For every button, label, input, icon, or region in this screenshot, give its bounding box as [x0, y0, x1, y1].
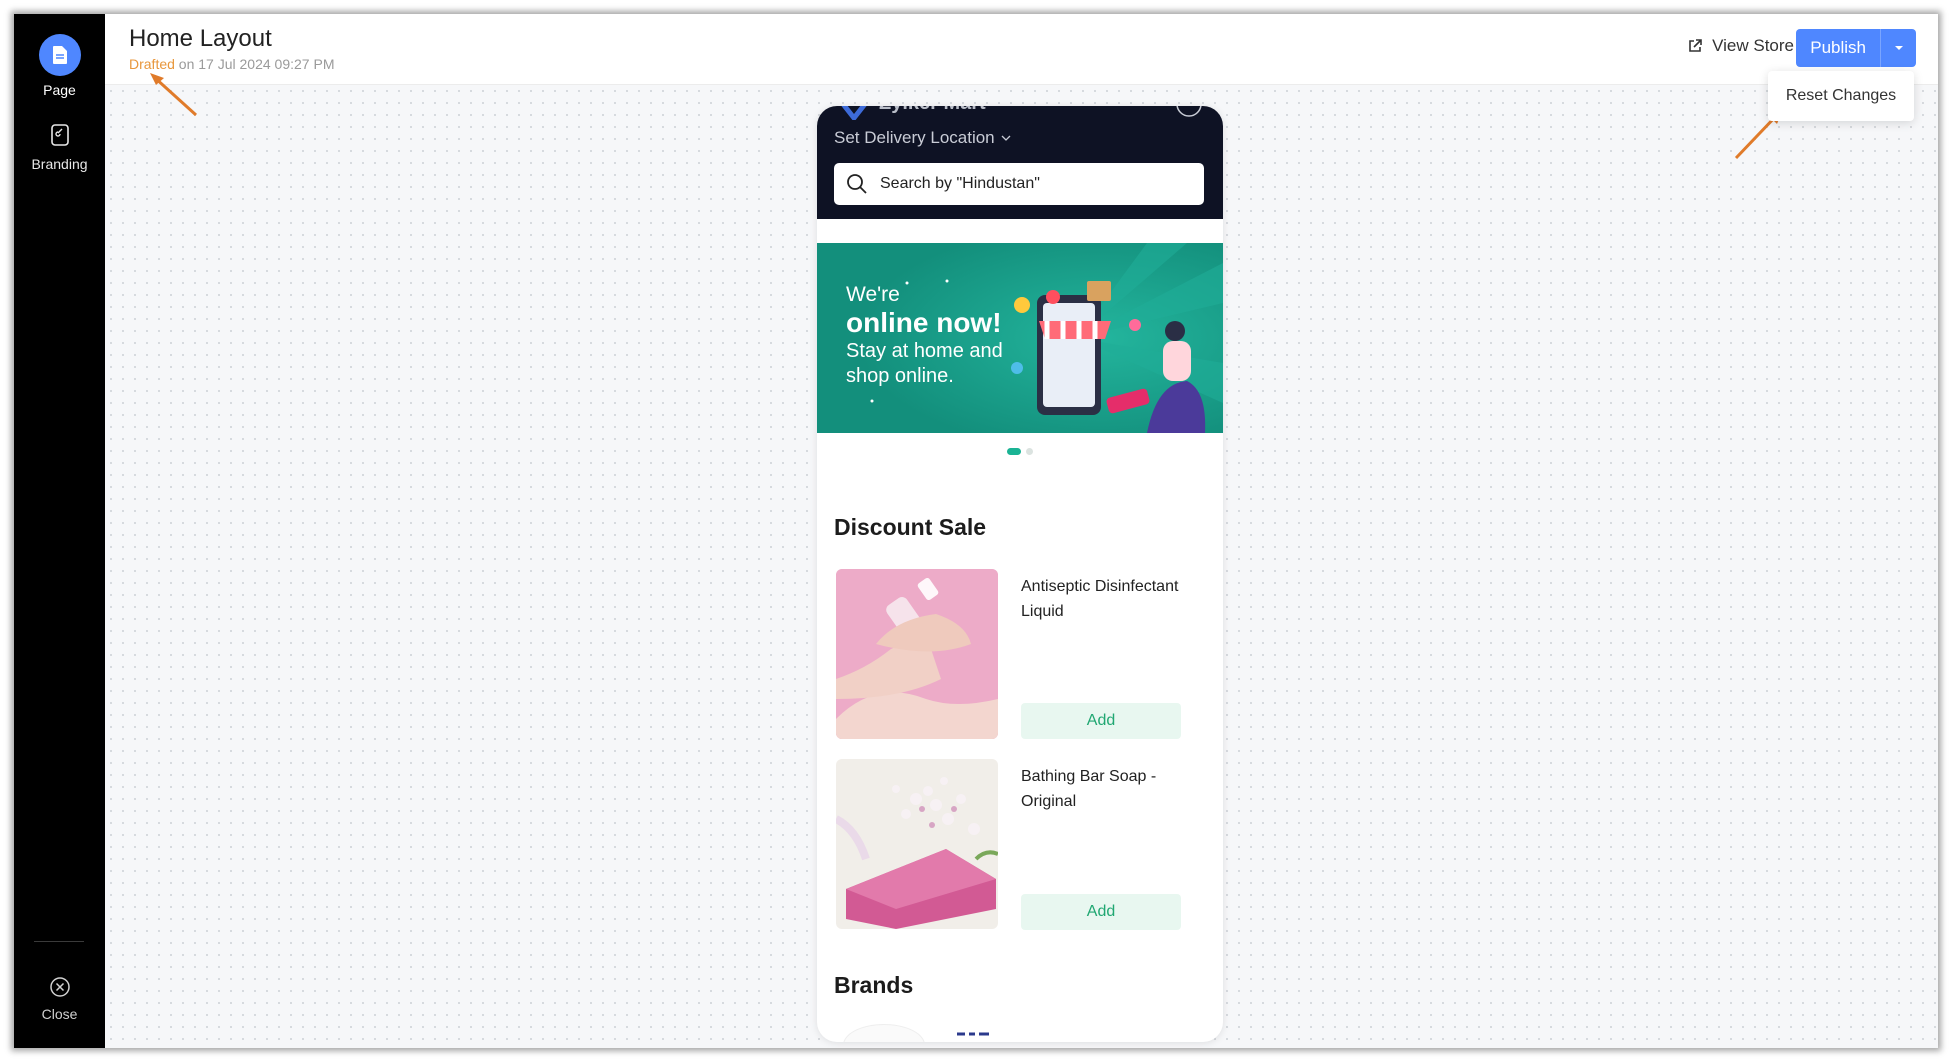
reset-changes-menu-item[interactable]: Reset Changes	[1768, 71, 1914, 121]
close-icon	[49, 976, 71, 998]
annotation-arrow	[150, 73, 198, 117]
brand-logo[interactable]	[957, 1030, 991, 1040]
branding-icon	[48, 122, 72, 148]
search-input[interactable]	[878, 174, 1182, 194]
product-image[interactable]	[836, 569, 998, 739]
carousel-dot-active[interactable]	[1007, 448, 1021, 455]
delivery-location-selector[interactable]: Set Delivery Location	[834, 128, 1011, 148]
store-brand-name: Zylker Mart	[879, 106, 986, 115]
sidebar-item-label: Page	[43, 82, 76, 98]
banner-line-3: Stay at home and shop online.	[846, 340, 1003, 387]
sidebar: Page Branding Close	[14, 14, 105, 1048]
close-label: Close	[41, 1006, 78, 1022]
product-image[interactable]	[836, 759, 998, 929]
product-name[interactable]: Antiseptic Disinfectant Liquid	[1021, 574, 1206, 624]
brand-logo-icon	[841, 106, 867, 120]
banner-line-1: We're	[846, 283, 900, 306]
user-icon[interactable]	[1175, 106, 1203, 120]
banner-line-2: online now!	[846, 307, 1002, 338]
mobile-preview: Zylker Mart Set Delivery Location	[817, 106, 1223, 1042]
search-icon	[847, 174, 867, 194]
page-icon	[38, 34, 81, 76]
view-store-link[interactable]: View Store	[1687, 36, 1794, 56]
product-search[interactable]	[834, 163, 1204, 205]
sidebar-divider	[34, 941, 84, 942]
sidebar-item-page[interactable]: Page	[14, 34, 105, 98]
view-store-label: View Store	[1712, 36, 1794, 55]
add-to-cart-button[interactable]: Add	[1021, 703, 1181, 739]
discount-sale-heading: Discount Sale	[834, 514, 987, 540]
sidebar-item-branding[interactable]: Branding	[14, 122, 105, 172]
publish-dropdown-toggle[interactable]	[1880, 29, 1916, 67]
carousel-indicator[interactable]	[817, 448, 1223, 455]
product-name[interactable]: Bathing Bar Soap - Original	[1021, 764, 1206, 814]
app-window: Page Branding Close Home Layout Drafted …	[14, 14, 1938, 1048]
external-link-icon	[1689, 39, 1702, 52]
sidebar-item-label: Branding	[31, 156, 88, 172]
store-header: Zylker Mart Set Delivery Location	[817, 106, 1223, 219]
caret-down-icon	[1894, 46, 1903, 50]
carousel-dot[interactable]	[1026, 448, 1033, 455]
page-title: Home Layout	[129, 25, 272, 52]
delivery-location-label: Set Delivery Location	[834, 128, 995, 147]
brand-logo[interactable]	[843, 1024, 925, 1042]
publish-button-group: Publish	[1796, 29, 1916, 67]
add-to-cart-button[interactable]: Add	[1021, 894, 1181, 930]
publish-button[interactable]: Publish	[1796, 29, 1880, 67]
chevron-down-icon	[1001, 135, 1011, 141]
brands-heading: Brands	[834, 972, 914, 998]
top-header: Home Layout Drafted on 17 Jul 2024 09:27…	[105, 14, 1938, 121]
close-button[interactable]: Close	[14, 976, 105, 1022]
promo-banner[interactable]: We're online now! Stay at home and shop …	[817, 243, 1223, 433]
